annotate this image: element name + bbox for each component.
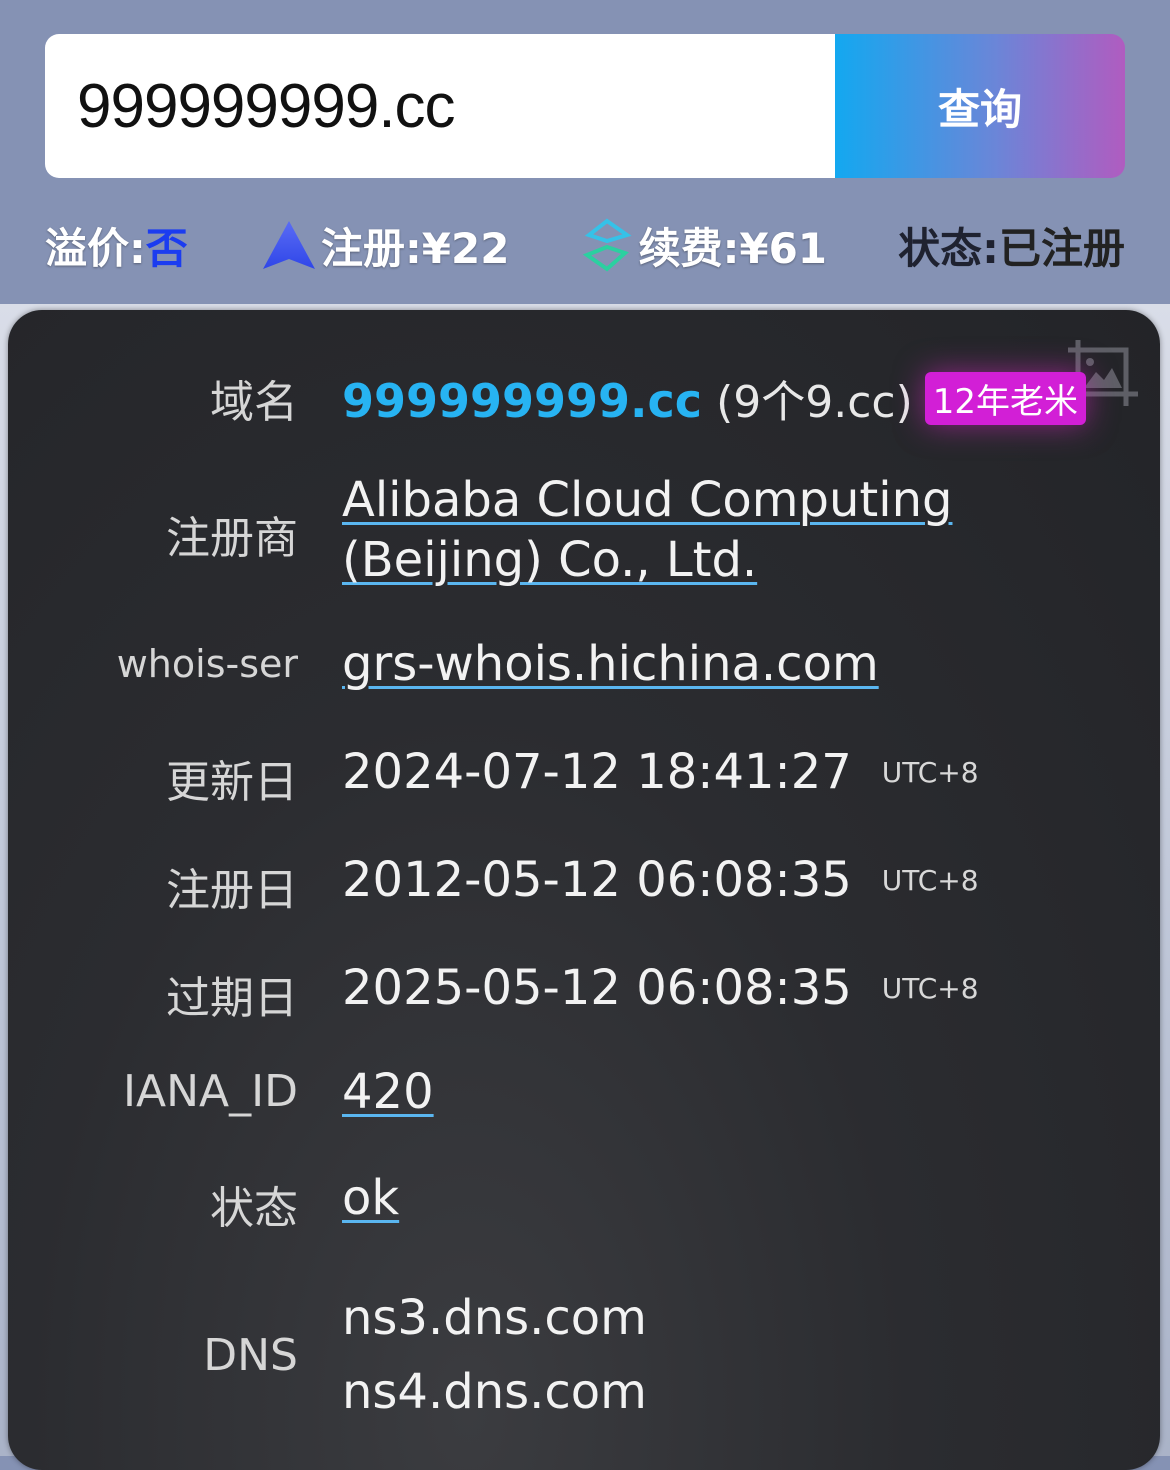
whois-server-label: whois-ser	[116, 642, 298, 686]
query-button[interactable]: 查询	[835, 34, 1125, 178]
register-price: 注册:¥22	[259, 215, 509, 276]
dns-server-2: ns4.dns.com	[342, 1364, 647, 1420]
dns-server-1: ns3.dns.com	[342, 1290, 647, 1346]
created-value: 2012-05-12 06:08:35	[342, 852, 852, 908]
premium-info: 溢价: 否	[45, 215, 188, 276]
domain-note: (9个9.cc)	[716, 377, 913, 428]
expires-label: 过期日	[166, 973, 298, 1024]
created-timezone: UTC+8	[881, 864, 979, 897]
renew-price-label: 续费:¥61	[638, 223, 828, 273]
updated-timezone: UTC+8	[881, 756, 979, 789]
iana-link[interactable]: 420	[342, 1064, 434, 1120]
status-label: 状态:	[898, 223, 999, 273]
status-value: 已注册	[998, 223, 1125, 273]
created-label: 注册日	[166, 865, 298, 916]
age-badge: 12年老米	[924, 372, 1087, 425]
register-price-label: 注册:¥22	[320, 223, 510, 273]
registrar-link-line1[interactable]: Alibaba Cloud Computing	[342, 472, 952, 528]
iana-label: IANA_ID	[123, 1066, 298, 1117]
updated-label: 更新日	[166, 757, 298, 808]
whois-server-link[interactable]: grs-whois.hichina.com	[342, 636, 879, 692]
updated-value: 2024-07-12 18:41:27	[342, 744, 852, 800]
dns-label: DNS	[203, 1330, 298, 1381]
status-link[interactable]: ok	[342, 1170, 399, 1226]
search-input-value[interactable]: 999999999.cc	[77, 71, 456, 142]
expires-timezone: UTC+8	[881, 972, 979, 1005]
expires-value: 2025-05-12 06:08:35	[342, 960, 852, 1016]
domain-label: 域名	[210, 377, 298, 428]
renew-price: 续费:¥61	[581, 215, 827, 276]
expires-value-group: 2025-05-12 06:08:35 UTC+8	[342, 960, 979, 1016]
premium-label: 溢价:	[45, 223, 146, 273]
triangle-logo-icon	[262, 221, 315, 269]
domain-status: 状态: 已注册	[898, 215, 1125, 276]
registrar-link-line2[interactable]: (Beijing) Co., Ltd.	[342, 532, 757, 588]
renew-logo-icon	[582, 218, 632, 272]
created-value-group: 2012-05-12 06:08:35 UTC+8	[342, 852, 979, 908]
status-row-label: 状态	[210, 1183, 298, 1234]
domain-name: 999999999.cc	[342, 374, 703, 428]
search-input[interactable]: 999999999.cc	[45, 34, 835, 178]
updated-value-group: 2024-07-12 18:41:27 UTC+8	[342, 744, 979, 800]
domain-value-group: 999999999.cc (9个9.cc) 12年老米	[342, 366, 1087, 430]
registrar-label: 注册商	[166, 513, 298, 564]
summary-bar: 溢价: 否 注册:¥22 续费:¥61 状态: 已注册	[45, 210, 1125, 280]
premium-value: 否	[145, 223, 188, 273]
